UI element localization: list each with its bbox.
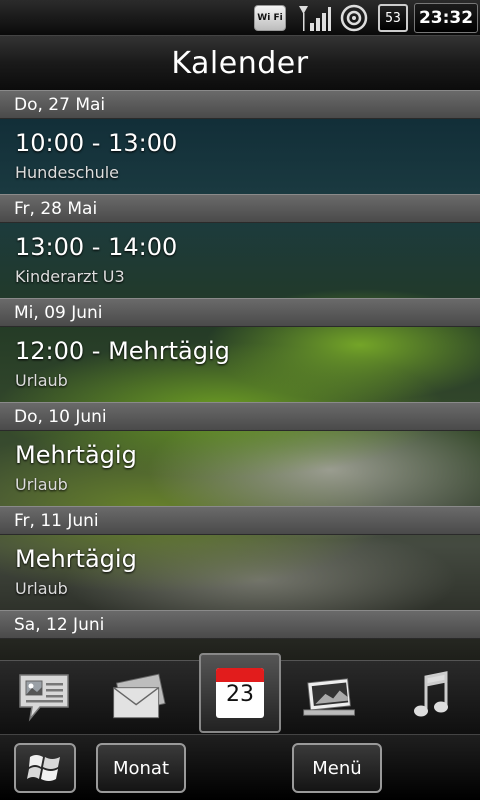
event-title: Urlaub <box>15 579 68 598</box>
event-time: Mehrtägig <box>15 441 137 469</box>
monat-button[interactable]: Monat <box>96 743 186 793</box>
event-item[interactable]: Mehrtägig Urlaub <box>0 431 480 506</box>
calendar-page: 23 <box>216 668 264 718</box>
event-title: Urlaub <box>15 475 68 494</box>
day-header: Mi, 09 Juni <box>0 298 480 327</box>
event-time: 12:00 - Mehrtägig <box>15 337 230 365</box>
event-item[interactable]: 12:00 - Mehrtägig Urlaub <box>0 327 480 402</box>
calendar-day: 23 <box>226 682 254 707</box>
event-time: 13:00 - 14:00 <box>15 233 178 261</box>
windows-logo-icon <box>27 755 60 781</box>
status-bar: Wi Fi 53 23:32 <box>0 0 480 36</box>
menu-button[interactable]: Menü <box>292 743 382 793</box>
day-header: Sa, 12 Juni <box>0 610 480 639</box>
sync-icon[interactable] <box>338 3 370 33</box>
signal-icon[interactable] <box>296 3 332 33</box>
event-item[interactable]: Mehrtägig Urlaub <box>0 535 480 610</box>
clock[interactable]: 23:32 <box>414 3 478 33</box>
day-header: Do, 27 Mai <box>0 90 480 119</box>
battery-icon[interactable]: 53 <box>378 4 408 32</box>
mail-icon[interactable] <box>108 669 168 727</box>
page-title: Kalender <box>0 36 480 90</box>
agenda-list[interactable]: Do, 27 Mai 10:00 - 13:00 Hundeschule Fr,… <box>0 90 480 660</box>
day-header: Do, 10 Juni <box>0 402 480 431</box>
event-title: Hundeschule <box>15 163 120 182</box>
event-item[interactable]: 10:00 - 13:00 Hundeschule <box>0 119 480 194</box>
wifi-icon[interactable]: Wi Fi <box>254 5 286 31</box>
event-title: Urlaub <box>15 371 68 390</box>
app-dock: 23 <box>0 653 480 734</box>
day-header: Fr, 11 Juni <box>0 506 480 535</box>
messages-icon[interactable] <box>14 669 74 727</box>
music-icon[interactable] <box>402 669 462 727</box>
photos-icon[interactable] <box>300 669 360 727</box>
event-item[interactable]: 13:00 - 14:00 Kinderarzt U3 <box>0 223 480 298</box>
event-time: 10:00 - 13:00 <box>15 129 178 157</box>
calendar-top <box>216 668 264 682</box>
softkey-bar: Monat Menü <box>0 734 480 800</box>
day-header: Fr, 28 Mai <box>0 194 480 223</box>
event-title: Kinderarzt U3 <box>15 267 125 286</box>
start-button[interactable] <box>14 743 76 793</box>
event-time: Mehrtägig <box>15 545 137 573</box>
calendar-icon[interactable]: 23 <box>199 653 281 733</box>
